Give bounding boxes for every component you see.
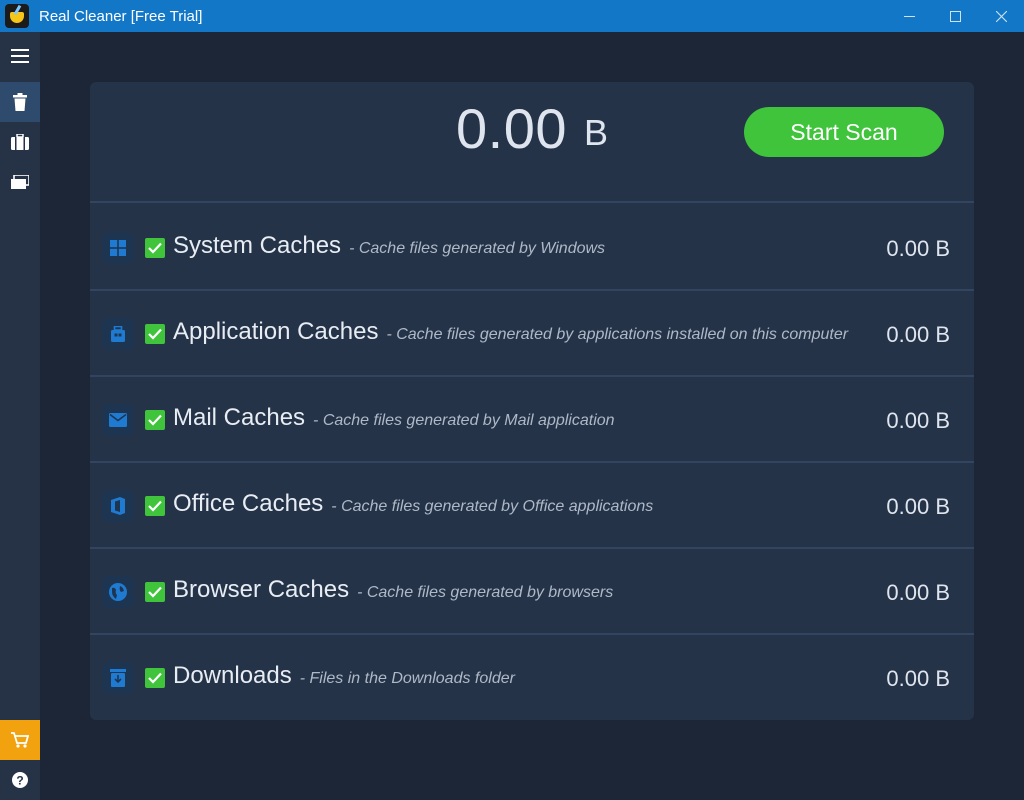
maximize-button[interactable] (932, 0, 978, 32)
windows-icon (102, 232, 134, 264)
category-description: - Cache files generated by applications … (386, 326, 849, 343)
app-icon (102, 318, 134, 350)
category-description: - Cache files generated by Mail applicat… (313, 412, 615, 429)
app-logo-icon (5, 4, 29, 28)
globe-icon (102, 576, 134, 608)
category-size: 0.00 B (886, 580, 950, 605)
sidebar-cart-button[interactable] (0, 720, 40, 760)
category-size: 0.00 B (886, 236, 950, 261)
mail-icon (102, 404, 134, 436)
close-button[interactable] (978, 0, 1024, 32)
window-title: Real Cleaner [Free Trial] (39, 7, 203, 25)
category-description: - Cache files generated by browsers (357, 584, 614, 601)
total-size-value: 0.00 (456, 97, 567, 160)
menu-icon (11, 49, 29, 63)
category-size: 0.00 B (886, 408, 950, 433)
total-size-unit: B (584, 112, 609, 153)
category-row-mail[interactable]: Mail Caches - Cache files generated by M… (90, 377, 974, 463)
suitcase-icon (11, 134, 29, 150)
windows-stack-icon (11, 175, 29, 189)
checkmark-icon (148, 672, 162, 684)
category-row-system[interactable]: System Caches - Cache files generated by… (90, 205, 974, 291)
category-name: Downloads (173, 662, 292, 689)
category-name: Mail Caches (173, 404, 306, 431)
svg-text:?: ? (16, 774, 23, 788)
category-checkbox[interactable] (145, 582, 165, 602)
category-text: Browser Caches - Cache files generated b… (173, 576, 613, 604)
category-name: Browser Caches (173, 576, 350, 603)
help-icon: ? (12, 772, 28, 788)
sidebar-item-apps[interactable] (0, 122, 40, 162)
category-description: - Cache files generated by Windows (349, 240, 606, 257)
category-text: Downloads - Files in the Downloads folde… (173, 662, 515, 690)
category-text: Office Caches - Cache files generated by… (173, 490, 653, 518)
summary-header: 0.00 B Start Scan (90, 82, 974, 203)
title-bar: Real Cleaner [Free Trial] (0, 0, 1024, 32)
category-checkbox[interactable] (145, 668, 165, 688)
category-size: 0.00 B (886, 494, 950, 519)
download-box-icon (102, 662, 134, 694)
category-name: Application Caches (173, 318, 379, 345)
maximize-icon (949, 10, 961, 22)
category-description: - Cache files generated by Office applic… (331, 498, 654, 515)
category-checkbox[interactable] (145, 496, 165, 516)
category-checkbox[interactable] (145, 238, 165, 258)
category-name: Office Caches (173, 490, 324, 517)
checkmark-icon (148, 500, 162, 512)
category-description: - Files in the Downloads folder (299, 670, 515, 687)
checkmark-icon (148, 586, 162, 598)
category-row-browser[interactable]: Browser Caches - Cache files generated b… (90, 549, 974, 635)
cart-icon (11, 732, 29, 748)
sidebar-item-windows[interactable] (0, 162, 40, 202)
category-checkbox[interactable] (145, 324, 165, 344)
minimize-icon (903, 15, 915, 17)
category-text: Application Caches - Cache files generat… (173, 318, 848, 346)
checkmark-icon (148, 328, 162, 340)
close-icon (995, 10, 1007, 22)
sidebar-item-cleaner[interactable] (0, 82, 40, 122)
minimize-button[interactable] (886, 0, 932, 32)
category-text: Mail Caches - Cache files generated by M… (173, 404, 615, 432)
trash-icon (13, 93, 27, 111)
start-scan-button[interactable]: Start Scan (744, 107, 944, 157)
category-checkbox[interactable] (145, 410, 165, 430)
category-name: System Caches (173, 232, 342, 259)
window-controls (886, 0, 1024, 32)
office-icon (102, 490, 134, 522)
checkmark-icon (148, 414, 162, 426)
category-text: System Caches - Cache files generated by… (173, 232, 605, 260)
cleaner-panel: 0.00 B Start Scan System Caches - Cache … (90, 82, 974, 720)
sidebar-help-button[interactable]: ? (0, 760, 40, 800)
sidebar: ? (0, 32, 40, 800)
category-row-office[interactable]: Office Caches - Cache files generated by… (90, 463, 974, 549)
category-row-downloads[interactable]: Downloads - Files in the Downloads folde… (90, 635, 974, 720)
category-size: 0.00 B (886, 322, 950, 347)
category-row-application[interactable]: Application Caches - Cache files generat… (90, 291, 974, 377)
checkmark-icon (148, 242, 162, 254)
category-size: 0.00 B (886, 666, 950, 691)
sidebar-menu-button[interactable] (0, 36, 40, 76)
